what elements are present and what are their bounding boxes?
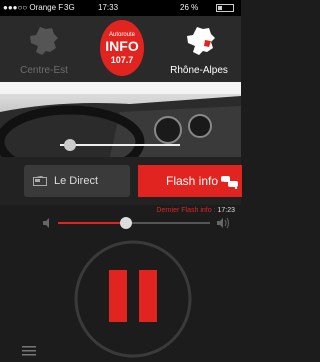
volume-fill [58,222,127,224]
network-text: 3G [64,3,75,12]
tab-bar: Le Direct Flash info [0,157,242,205]
status-bar: ●●●○○ Orange F 3G 17:33 26 % [0,0,241,16]
region-centre-est[interactable]: Centre-Est [8,16,80,82]
region-rhone-alpes[interactable]: Rhône-Alpes [163,16,235,82]
region-right-label: Rhône-Alpes [170,65,228,76]
battery-icon [216,4,234,12]
france-map-icon [187,27,215,55]
france-map-icon [30,27,58,55]
dashboard-photo [0,82,241,157]
carrier-text: ●●●○○ Orange F [3,3,64,12]
speaker-high-icon [217,217,229,229]
last-flash-label: Dernier Flash info : [156,207,216,214]
player-area [74,240,192,358]
volume-slider[interactable] [58,217,210,229]
car-crash-icon [221,176,238,189]
volume-knob[interactable] [120,217,133,229]
tab-flash-info[interactable]: Flash info [138,165,242,197]
volume-control [38,214,234,232]
station-logo: Autoroute INFO 107.7 [100,20,144,76]
battery-text: 26 % [180,3,199,12]
last-flash-info: Dernier Flash info : 17:23 [156,207,235,214]
tab-le-direct[interactable]: Le Direct [24,165,130,197]
speaker-low-icon [43,218,49,228]
radio-icon [33,176,47,186]
tab-flash-label: Flash info [166,174,219,188]
region-header: Centre-Est Autoroute INFO 107.7 Rhône-Al… [0,16,241,82]
svg-text:107.7: 107.7 [111,55,134,65]
tab-direct-label: Le Direct [54,175,99,187]
svg-text:INFO: INFO [105,38,139,54]
last-flash-time: 17:23 [217,207,235,214]
region-left-label: Centre-Est [20,65,68,76]
clock-text: 17:33 [98,3,119,12]
menu-icon[interactable] [22,346,36,356]
pause-button[interactable] [79,245,187,353]
